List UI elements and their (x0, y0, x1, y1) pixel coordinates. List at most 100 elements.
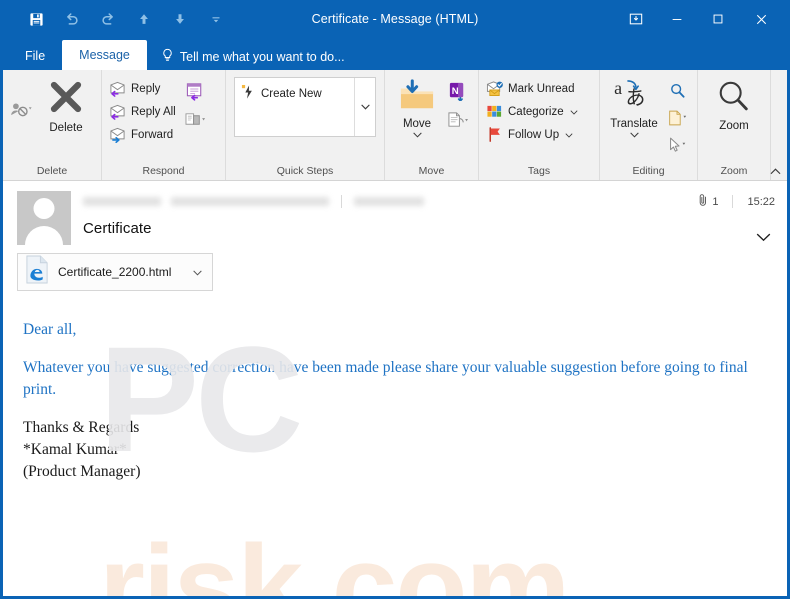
quick-access-toolbar (0, 4, 234, 34)
quick-step-create-new[interactable]: Create New (241, 84, 350, 103)
quick-step-lightning-icon (241, 84, 256, 103)
message-body: Dear all, Whatever you have suggested co… (3, 305, 787, 483)
forward-button[interactable]: Forward (106, 123, 180, 146)
delete-x-icon (46, 79, 86, 120)
body-paragraph: Whatever you have suggested correction h… (23, 359, 748, 398)
ribbon-group-label-quick-steps: Quick Steps (276, 165, 334, 177)
ribbon-group-label-editing: Editing (632, 165, 665, 177)
ribbon-display-options-icon[interactable] (615, 4, 656, 34)
message-subject: Certificate (83, 220, 152, 237)
ribbon: Delete Delete Reply Reply All Forward Re… (3, 70, 787, 181)
onenote-icon[interactable]: N (443, 78, 471, 104)
sender-name-redacted (83, 196, 161, 206)
zoom-button[interactable]: Zoom (707, 75, 761, 132)
attachment-count: 1 (698, 193, 718, 210)
watermark-line2: risk.com (99, 521, 570, 596)
undo-icon[interactable] (54, 4, 90, 34)
zoom-button-label: Zoom (719, 120, 749, 132)
svg-text:N: N (451, 86, 458, 97)
select-cursor-icon[interactable] (663, 132, 691, 158)
sender-address-redacted (171, 196, 329, 206)
quick-steps-more-icon[interactable] (354, 78, 375, 136)
more-respond-icon[interactable] (182, 107, 210, 133)
respond-buttons: Reply Reply All Forward (106, 75, 180, 146)
maximize-icon[interactable] (697, 4, 738, 34)
svg-text:a: a (614, 79, 622, 98)
avatar-head (33, 198, 55, 219)
tell-me-search[interactable]: Tell me what you want to do... (147, 48, 355, 70)
categorize-caret-icon[interactable] (570, 106, 578, 118)
follow-up-caret-icon[interactable] (565, 129, 573, 141)
ribbon-tab-strip: File Message Tell me what you want to do… (0, 38, 790, 70)
move-button[interactable]: Move (392, 75, 442, 141)
title-bar: Certificate - Message (HTML) (0, 0, 790, 38)
rules-icon[interactable] (443, 107, 471, 133)
message-header-meta: 1 15:22 (698, 193, 775, 210)
attachment-caret-icon[interactable] (193, 263, 208, 281)
mark-unread-icon (485, 79, 504, 98)
redo-icon[interactable] (90, 4, 126, 34)
attachment-filename: Certificate_2200.html (58, 265, 172, 279)
follow-up-label: Follow Up (508, 128, 560, 141)
tell-me-label: Tell me what you want to do... (179, 49, 345, 64)
meeting-icon[interactable] (182, 78, 210, 104)
move-caret-icon[interactable] (412, 129, 422, 141)
reply-all-button[interactable]: Reply All (106, 100, 180, 123)
translate-button[interactable]: a あ Translate (606, 75, 662, 141)
zoom-magnifier-icon (715, 79, 753, 118)
outlook-message-window: Certificate - Message (HTML) File Messag… (0, 0, 790, 599)
find-magnifier-icon[interactable] (663, 78, 691, 104)
quick-steps-gallery[interactable]: Create New (234, 77, 376, 137)
related-page-icon[interactable] (663, 105, 691, 131)
paperclip-icon (698, 193, 709, 210)
ignore-icon[interactable] (7, 97, 35, 123)
forward-icon (108, 125, 127, 144)
message-time: 15:22 (747, 195, 775, 208)
signature-line-1: Thanks & Regards (23, 419, 140, 436)
translate-caret-icon[interactable] (629, 129, 639, 141)
close-icon[interactable] (738, 4, 784, 34)
follow-up-flag-icon (485, 125, 504, 144)
save-icon[interactable] (18, 4, 54, 34)
ribbon-group-label-tags: Tags (527, 165, 551, 177)
delete-button-label: Delete (49, 122, 83, 134)
ribbon-group-label-move: Move (418, 165, 445, 177)
reply-icon (108, 79, 127, 98)
ribbon-group-move: Move N Move (385, 70, 479, 180)
collapse-ribbon-icon[interactable] (767, 163, 783, 179)
lightbulb-icon (161, 48, 174, 65)
translate-icon: a あ (613, 78, 655, 116)
previous-item-icon[interactable] (126, 4, 162, 34)
tags-buttons: Mark Unread Categorize Follow Up (483, 75, 582, 146)
edge-html-file-icon (25, 255, 50, 289)
tab-message[interactable]: Message (62, 40, 147, 70)
delete-button[interactable]: Delete (35, 75, 97, 134)
meta-divider (732, 195, 734, 208)
follow-up-button[interactable]: Follow Up (483, 123, 582, 146)
header-divider (341, 194, 342, 208)
avatar-body (25, 226, 63, 245)
ribbon-group-tags: Mark Unread Categorize Follow Up Tags (479, 70, 600, 180)
sender-row[interactable] (83, 191, 775, 211)
body-greeting: Dear all, (23, 321, 77, 338)
ribbon-group-quick-steps: Create New Quick Steps (226, 70, 385, 180)
reply-button[interactable]: Reply (106, 77, 180, 100)
categorize-label: Categorize (508, 105, 564, 118)
minimize-icon[interactable] (656, 4, 697, 34)
window-controls (615, 4, 790, 34)
next-item-icon[interactable] (162, 4, 198, 34)
customize-qat-icon[interactable] (198, 4, 234, 34)
categorize-button[interactable]: Categorize (483, 100, 582, 123)
signature-line-2: *Kamal Kumar* (23, 441, 127, 458)
ribbon-group-zoom: Zoom Zoom (698, 70, 771, 180)
expand-header-button[interactable] (756, 229, 771, 247)
mark-unread-button[interactable]: Mark Unread (483, 77, 582, 100)
ribbon-group-label-delete: Delete (36, 165, 68, 177)
reply-label: Reply (131, 82, 161, 95)
tab-file[interactable]: File (8, 42, 62, 70)
attachment-chip[interactable]: Certificate_2200.html (17, 253, 213, 291)
message-header-info: Certificate (71, 191, 775, 245)
avatar (17, 191, 71, 245)
ribbon-group-editing: a あ Translate Editing (600, 70, 698, 180)
